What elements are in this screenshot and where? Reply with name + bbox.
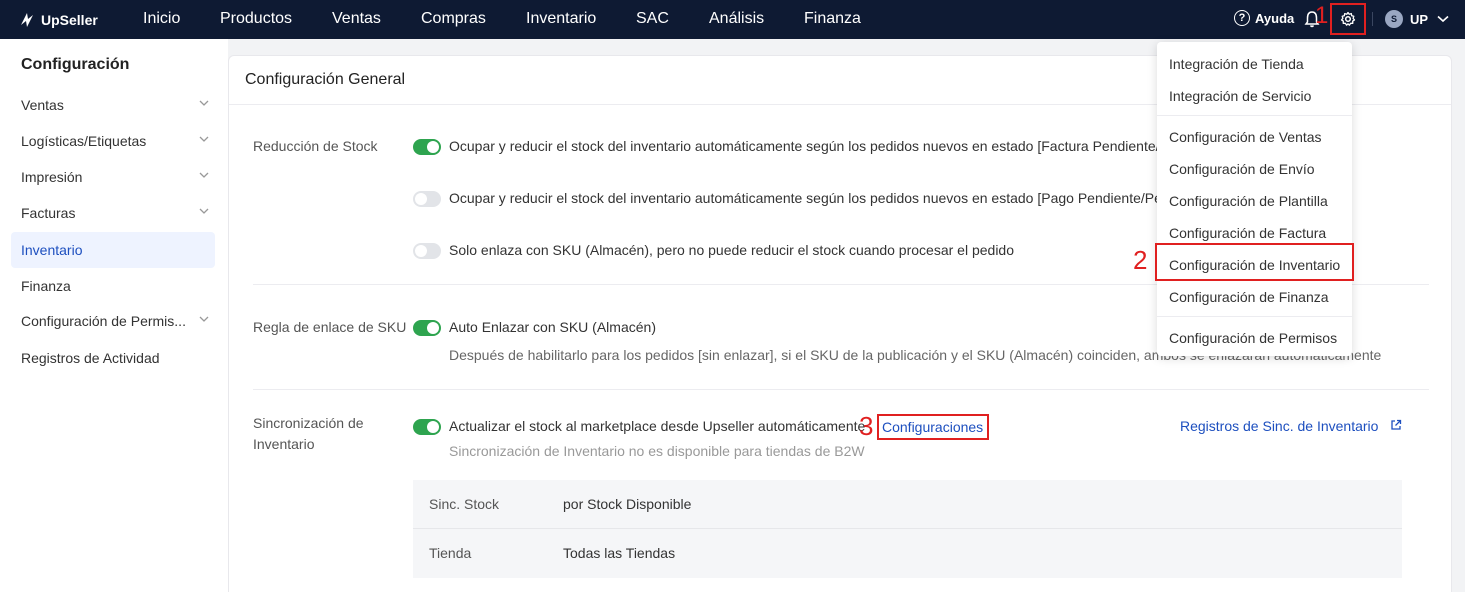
sync-records-link[interactable]: Registros de Sinc. de Inventario: [1180, 418, 1402, 434]
sidebar-item-label: Ventas: [21, 97, 64, 113]
inventory-sync-label: Sincronización de Inventario: [253, 413, 364, 455]
stock-reduction-label: Reducción de Stock: [253, 138, 378, 154]
auto-stock-sync-option: Actualizar el stock al marketplace desde…: [449, 418, 866, 434]
sidebar-item-label: Configuración de Permis...: [21, 313, 186, 329]
chevron-down-icon: [199, 172, 209, 178]
configuraciones-link[interactable]: Configuraciones: [882, 419, 983, 435]
page-title: Configuración General: [245, 71, 406, 88]
menu-item-config-envio[interactable]: Configuración de Envío: [1169, 161, 1315, 177]
brand-logo[interactable]: UpSeller: [18, 11, 128, 29]
stock-reduction-option-3: Solo enlaza con SKU (Almacén), pero no p…: [449, 242, 1014, 258]
external-link-icon: [1391, 419, 1402, 430]
inventory-sync-hint: Sincronización de Inventario no es dispo…: [449, 443, 865, 459]
step-2-annotation: 2: [1133, 245, 1148, 275]
menu-item-integracion-servicio[interactable]: Integración de Servicio: [1169, 88, 1311, 104]
menu-divider: [1157, 316, 1352, 317]
inventory-sync-label-line2: Inventario: [253, 436, 315, 452]
nav-ventas[interactable]: Ventas: [332, 10, 381, 28]
sidebar-item-finanza[interactable]: Finanza: [11, 268, 215, 304]
stock-reduction-toggle-1[interactable]: [413, 139, 441, 155]
nav-finanza[interactable]: Finanza: [804, 10, 861, 28]
sidebar-item-logisticas[interactable]: Logísticas/Etiquetas: [11, 123, 215, 159]
sidebar-item-label: Registros de Actividad: [21, 350, 160, 366]
sidebar-item-facturas[interactable]: Facturas: [11, 195, 215, 231]
upseller-logo-icon: [21, 12, 33, 27]
step-1-annotation: 1: [1315, 2, 1329, 29]
stock-reduction-option-2: Ocupar y reducir el stock del inventario…: [449, 190, 1162, 206]
table-row-divider: [413, 528, 1402, 529]
menu-item-config-permisos[interactable]: Configuración de Permisos: [1169, 330, 1337, 346]
nav-inicio[interactable]: Inicio: [143, 10, 180, 28]
stock-reduction-toggle-3[interactable]: [413, 243, 441, 259]
menu-divider: [1157, 115, 1352, 116]
menu-item-integracion-tienda[interactable]: Integración de Tienda: [1169, 56, 1304, 72]
nav-compras[interactable]: Compras: [421, 10, 486, 28]
chevron-down-icon: [199, 136, 209, 142]
stock-reduction-toggle-2[interactable]: [413, 191, 441, 207]
user-name: UP: [1410, 11, 1429, 27]
top-navbar: UpSeller Inicio Productos Ventas Compras…: [0, 0, 1465, 39]
sidebar-item-label: Finanza: [21, 278, 71, 294]
menu-item-config-factura[interactable]: Configuración de Factura: [1169, 225, 1326, 241]
inventory-sync-label-line1: Sincronización de: [253, 415, 364, 431]
settings-sidebar: Configuración Ventas Logísticas/Etiqueta…: [0, 39, 228, 592]
help-label: Ayuda: [1255, 10, 1295, 26]
sidebar-item-label: Impresión: [21, 169, 83, 185]
table-row-label: Tienda: [429, 545, 472, 561]
sidebar-item-ventas[interactable]: Ventas: [11, 87, 215, 123]
auto-link-sku-option: Auto Enlazar con SKU (Almacén): [449, 319, 656, 335]
menu-item-config-inventario[interactable]: Configuración de Inventario: [1169, 257, 1340, 273]
auto-link-sku-toggle[interactable]: [413, 320, 441, 336]
auto-stock-sync-toggle[interactable]: [413, 419, 441, 435]
sidebar-item-registros[interactable]: Registros de Actividad: [11, 340, 215, 376]
table-row-value: Todas las Tiendas: [563, 545, 676, 561]
help-link[interactable]: ? Ayuda: [1234, 10, 1294, 26]
settings-gear-button[interactable]: [1330, 3, 1366, 35]
sidebar-item-label: Facturas: [21, 205, 76, 221]
sku-link-label: Regla de enlace de SKU: [253, 319, 407, 335]
sidebar-item-label: Logísticas/Etiquetas: [21, 133, 147, 149]
sidebar-item-permisos[interactable]: Configuración de Permis...: [11, 303, 215, 339]
table-row-value: por Stock Disponible: [563, 496, 692, 512]
sidebar-title: Configuración: [21, 56, 130, 73]
user-badge-icon: S: [1385, 10, 1403, 28]
help-icon: ?: [1234, 10, 1250, 26]
chevron-down-icon: [199, 208, 209, 214]
table-row-label: Sinc. Stock: [429, 496, 500, 512]
menu-item-config-ventas[interactable]: Configuración de Ventas: [1169, 129, 1322, 145]
menu-item-config-finanza[interactable]: Configuración de Finanza: [1169, 289, 1329, 305]
sidebar-item-label: Inventario: [21, 242, 83, 258]
nav-inventario[interactable]: Inventario: [526, 10, 596, 28]
menu-item-config-plantilla[interactable]: Configuración de Plantilla: [1169, 193, 1328, 209]
sidebar-item-inventario[interactable]: Inventario: [11, 232, 215, 268]
nav-analisis[interactable]: Análisis: [709, 10, 764, 28]
sidebar-item-impresion[interactable]: Impresión: [11, 159, 215, 195]
step-3-annotation: 3: [859, 411, 874, 441]
chevron-down-icon: [1437, 15, 1449, 23]
chevron-down-icon: [199, 316, 209, 322]
section-divider: [253, 389, 1429, 390]
brand-name: UpSeller: [41, 11, 98, 28]
sync-settings-table: Sinc. Stock por Stock Disponible Tienda …: [413, 480, 1402, 578]
sync-records-label: Registros de Sinc. de Inventario: [1180, 418, 1379, 434]
topbar-divider: [1372, 12, 1373, 26]
nav-productos[interactable]: Productos: [220, 10, 292, 28]
gear-icon: [1340, 11, 1356, 26]
nav-sac[interactable]: SAC: [636, 10, 669, 28]
user-menu[interactable]: S UP: [1385, 10, 1449, 28]
stock-reduction-option-1: Ocupar y reducir el stock del inventario…: [449, 138, 1160, 154]
chevron-down-icon: [199, 100, 209, 106]
settings-dropdown-menu: Integración de Tienda Integración de Ser…: [1155, 42, 1354, 356]
